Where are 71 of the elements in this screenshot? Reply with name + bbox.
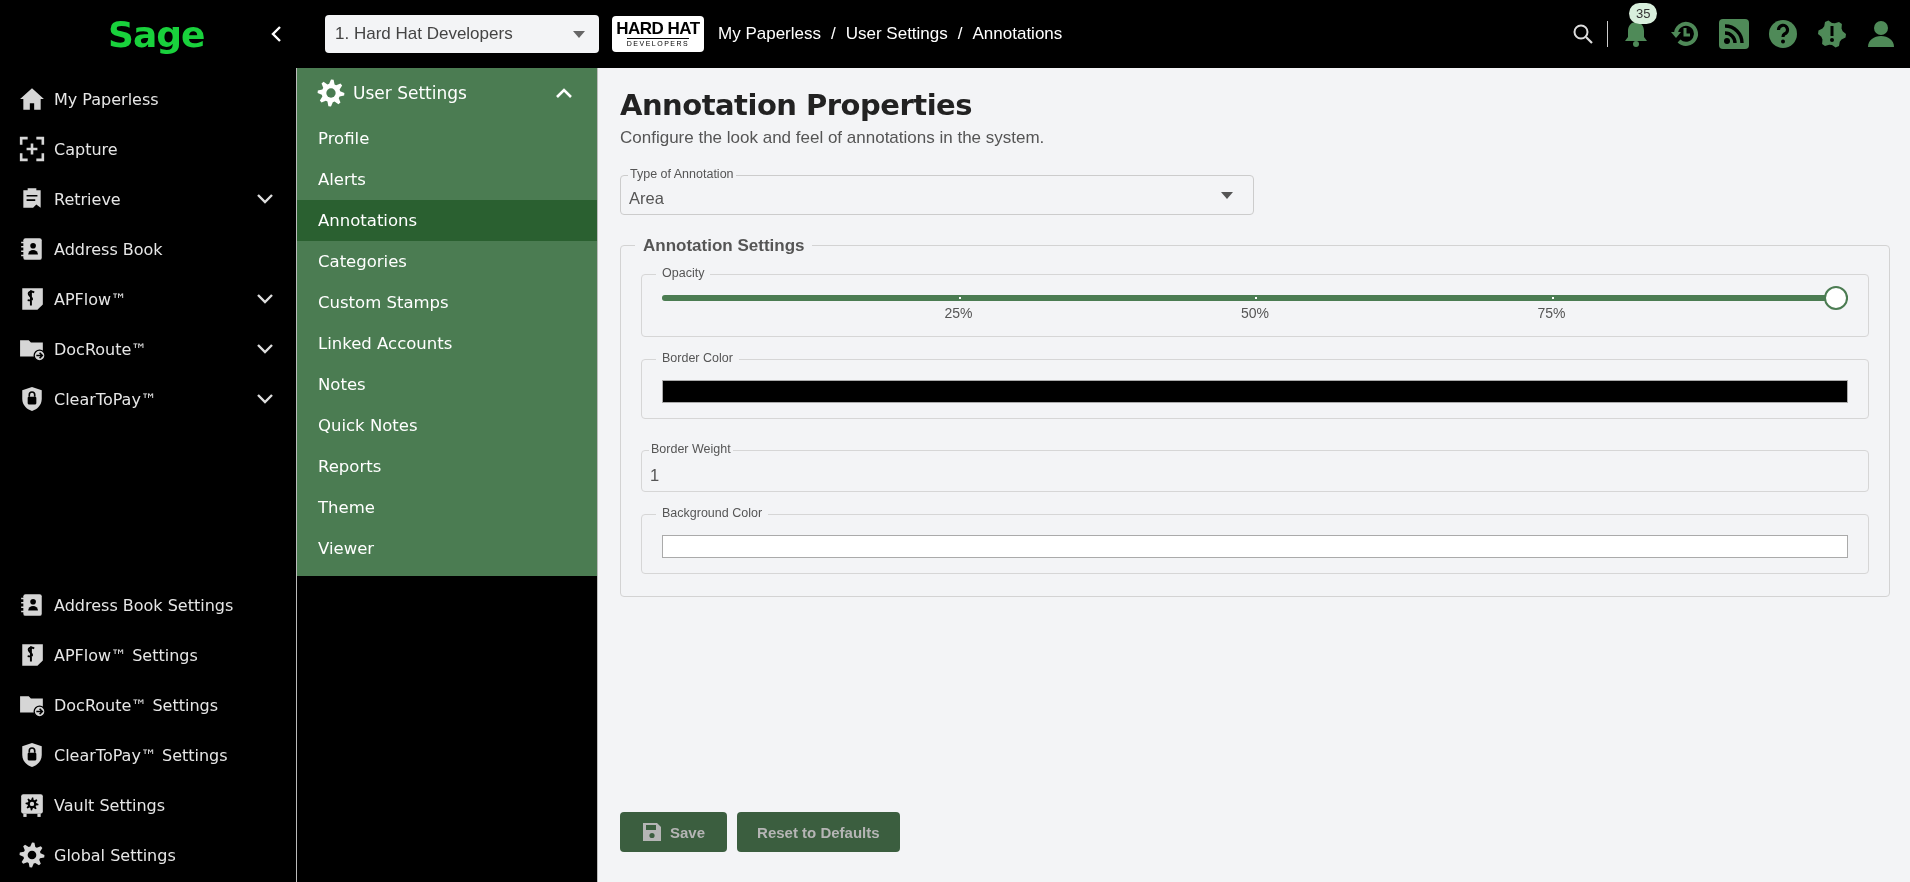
breadcrumb-link[interactable]: User Settings bbox=[845, 24, 948, 44]
field-label: Background Color bbox=[656, 506, 769, 520]
alert-icon bbox=[1817, 19, 1847, 49]
breadcrumb-link[interactable]: Annotations bbox=[972, 24, 1063, 44]
vault-icon bbox=[19, 792, 45, 818]
nav-item[interactable]: Address Book Settings bbox=[0, 580, 296, 630]
color-input[interactable] bbox=[662, 535, 1848, 558]
nav-item[interactable]: APFlow™ Settings bbox=[0, 630, 296, 680]
gear-icon bbox=[19, 842, 45, 868]
nav-item[interactable]: ClearToPay™ bbox=[0, 374, 296, 424]
capture-icon bbox=[19, 136, 45, 162]
color-input[interactable] bbox=[662, 380, 1848, 403]
notification-badge: 35 bbox=[1629, 3, 1658, 24]
history-icon bbox=[1670, 19, 1700, 49]
page-title: Annotation Properties bbox=[620, 88, 973, 122]
submenu-item[interactable]: Reports bbox=[297, 446, 597, 487]
submenu-item[interactable]: Quick Notes bbox=[297, 405, 597, 446]
shield-icon bbox=[19, 386, 45, 412]
breadcrumb-separator: / bbox=[831, 24, 836, 44]
nav-item[interactable]: Capture bbox=[0, 124, 296, 174]
field-label: Type of Annotation bbox=[628, 166, 736, 183]
tick-mark bbox=[958, 297, 961, 299]
home-icon bbox=[19, 86, 45, 112]
nav-item[interactable]: ClearToPay™ Settings bbox=[0, 730, 296, 780]
submenu-item[interactable]: Viewer bbox=[297, 528, 597, 569]
nav-item[interactable]: DocRoute™ bbox=[0, 324, 296, 374]
field-label: Border Weight bbox=[649, 441, 733, 458]
nav-item[interactable]: Vault Settings bbox=[0, 780, 296, 830]
help-icon bbox=[1768, 19, 1798, 49]
address-book-icon bbox=[19, 236, 45, 262]
submenu-item[interactable]: Notes bbox=[297, 364, 597, 405]
nav-item[interactable]: My Paperless bbox=[0, 74, 296, 124]
user-icon bbox=[1866, 19, 1896, 49]
breadcrumb-separator: / bbox=[957, 24, 963, 44]
tick-label: 75% bbox=[1537, 305, 1566, 321]
nav-item[interactable]: Global Settings bbox=[0, 830, 296, 880]
submenu-item[interactable]: Theme bbox=[297, 487, 597, 528]
search-icon bbox=[1572, 23, 1594, 45]
nav-item[interactable]: DocRoute™ Settings bbox=[0, 680, 296, 730]
slider-thumb[interactable] bbox=[1824, 286, 1848, 310]
submenu-item[interactable]: Categories bbox=[297, 241, 597, 282]
nav-item[interactable]: Retrieve bbox=[0, 174, 296, 224]
sage-logo: Sage bbox=[108, 13, 205, 55]
caret-icon bbox=[1221, 192, 1233, 199]
nav-item[interactable]: APFlow™ bbox=[0, 274, 296, 324]
address-book-icon bbox=[19, 592, 45, 618]
shield-icon bbox=[19, 742, 45, 768]
tick-mark bbox=[1551, 297, 1554, 299]
caret-icon bbox=[573, 30, 585, 38]
page-subtitle: Configure the look and feel of annotations in the system. bbox=[620, 128, 1046, 148]
tick-label: 50% bbox=[1241, 305, 1269, 321]
company-select[interactable]: 1. Hard Hat Developers bbox=[325, 15, 599, 53]
opacity-slider[interactable]: 25% 50% 75% bbox=[662, 286, 1848, 324]
breadcrumb-link[interactable]: My Paperless bbox=[718, 24, 821, 44]
submenu-item[interactable]: Alerts bbox=[297, 159, 597, 200]
submenu-item[interactable]: Linked Accounts bbox=[297, 323, 597, 364]
document-icon bbox=[19, 286, 45, 312]
rss-icon bbox=[1719, 19, 1749, 49]
submenu-item[interactable]: Profile bbox=[297, 118, 597, 159]
submenu-header[interactable]: User Settings bbox=[297, 68, 597, 118]
tick-mark bbox=[1255, 297, 1257, 299]
document-icon bbox=[19, 642, 45, 668]
tick-label: 25% bbox=[944, 305, 973, 321]
field-label: Opacity bbox=[656, 266, 711, 280]
submenu-item[interactable]: Annotations bbox=[297, 200, 597, 241]
field-label: Border Color bbox=[656, 351, 739, 365]
chevron-left-icon bbox=[270, 25, 284, 43]
section-legend: Annotation Settings bbox=[635, 236, 813, 256]
gear-icon bbox=[317, 79, 345, 107]
nav-item[interactable]: Address Book bbox=[0, 224, 296, 274]
submenu-item[interactable]: Custom Stamps bbox=[297, 282, 597, 323]
